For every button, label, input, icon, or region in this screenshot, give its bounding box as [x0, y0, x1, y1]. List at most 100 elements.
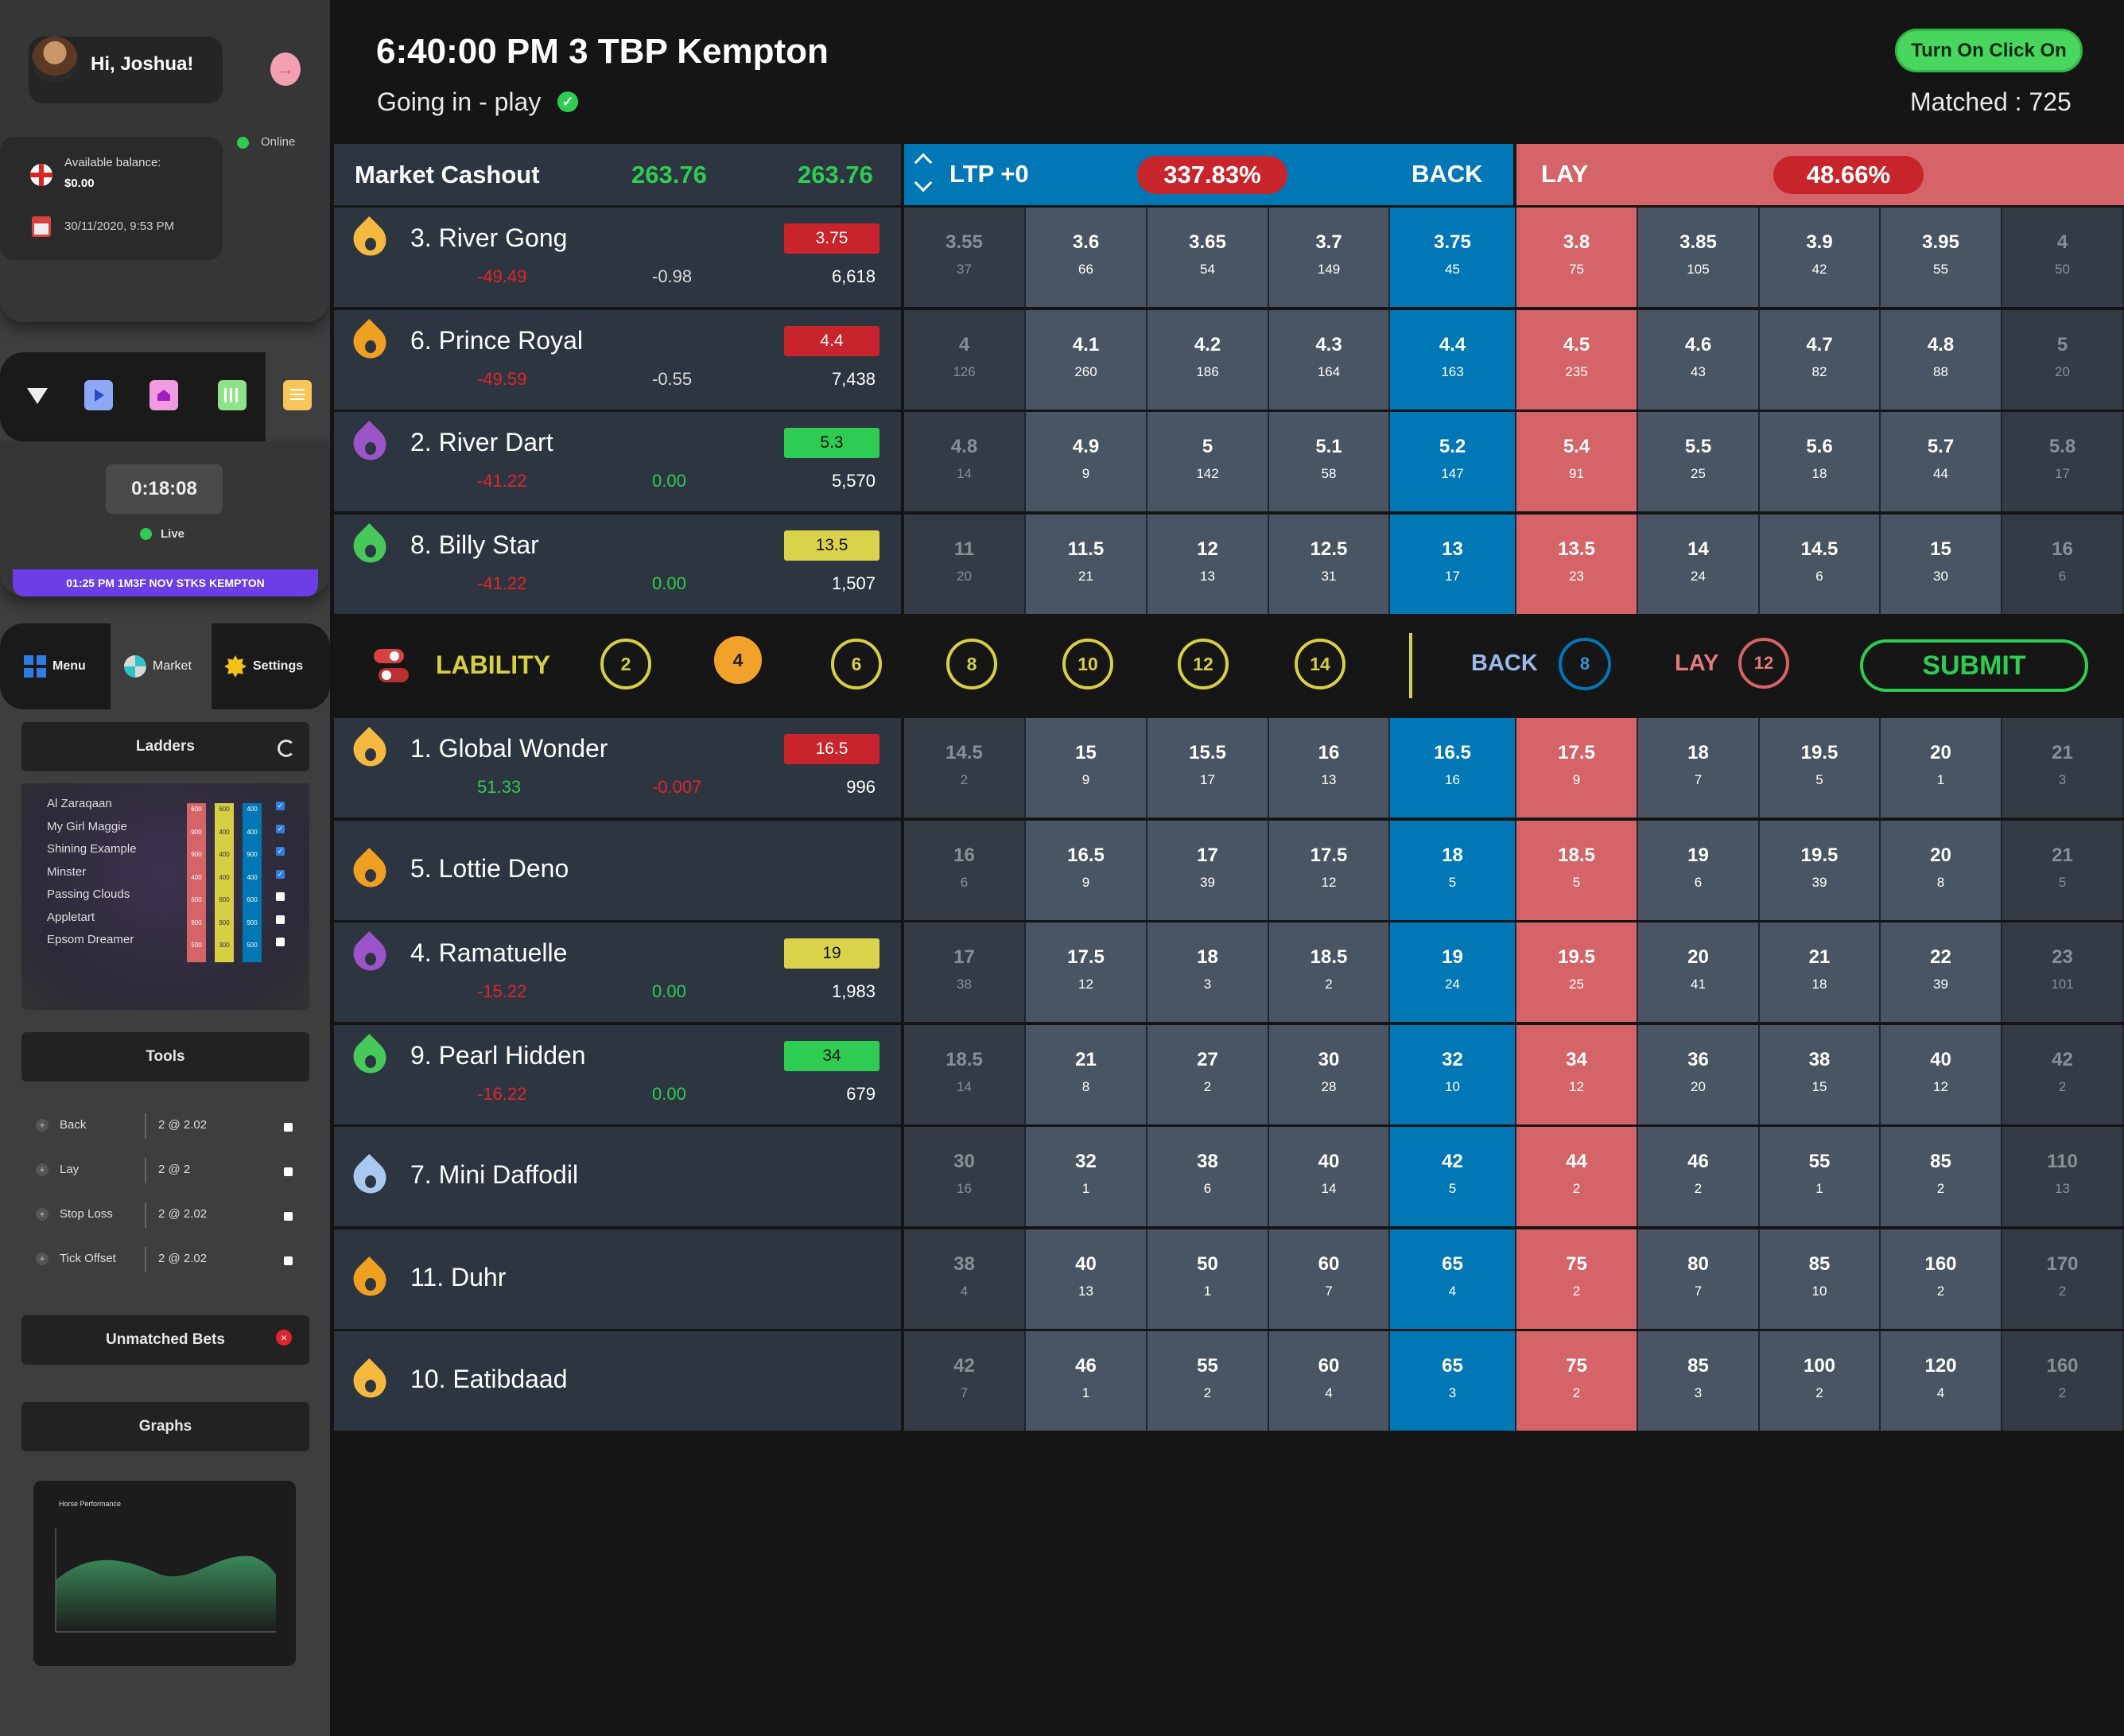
price-cell[interactable]: 65 4 — [1390, 1229, 1516, 1329]
click-on-button[interactable]: Turn On Click On — [1895, 29, 2083, 72]
price-cell[interactable]: 5.2 147 — [1390, 412, 1516, 511]
plus-icon[interactable]: + — [36, 1252, 49, 1265]
list-icon[interactable] — [283, 380, 312, 410]
price-cell[interactable]: 3.65 54 — [1147, 208, 1269, 307]
ladder-cell[interactable]: 900 — [243, 849, 262, 872]
runner-info[interactable]: 1. Global Wonder 16.5 51.33 -0.007 996 — [334, 718, 901, 818]
price-cell[interactable]: 80 7 — [1638, 1229, 1760, 1329]
price-cell[interactable]: 21 3 — [2002, 718, 2124, 818]
ladder-cell[interactable]: 900 — [215, 917, 234, 940]
price-cell[interactable]: 38 15 — [1760, 1024, 1881, 1124]
price-cell[interactable]: 19.5 5 — [1760, 718, 1881, 818]
ladder-cell[interactable]: 900 — [187, 849, 206, 872]
tool-checkbox[interactable] — [284, 1123, 293, 1132]
price-cell[interactable]: 5.1 58 — [1269, 412, 1390, 511]
home-icon[interactable] — [149, 380, 178, 410]
runner-info[interactable]: 10. Eatibdaad — [334, 1331, 901, 1431]
tool-row[interactable]: + Tick Offset 2 @ 2.02 — [21, 1243, 309, 1287]
price-cell[interactable]: 60 4 — [1269, 1331, 1390, 1431]
price-cell[interactable]: 3.75 45 — [1390, 208, 1516, 307]
ladder-horse-name[interactable]: Appletart — [47, 911, 137, 934]
tool-row[interactable]: + Lay 2 @ 2 — [21, 1154, 309, 1198]
price-cell[interactable]: 4.5 235 — [1516, 309, 1638, 410]
price-cell[interactable]: 23 101 — [2002, 922, 2124, 1022]
price-cell[interactable]: 44 2 — [1516, 1127, 1638, 1226]
price-cell[interactable]: 18 7 — [1638, 718, 1760, 818]
tab-menu[interactable]: Menu — [24, 652, 86, 681]
refresh-icon[interactable] — [278, 740, 295, 757]
logout-button[interactable]: → — [270, 52, 301, 86]
liability-option[interactable]: 8 — [946, 639, 997, 689]
ladder-cell[interactable]: 400 — [215, 826, 234, 849]
liability-option[interactable]: 2 — [600, 639, 651, 689]
price-cell[interactable]: 34 12 — [1516, 1024, 1638, 1124]
ladder-checkbox[interactable]: ✓ — [276, 824, 285, 833]
price-cell[interactable]: 65 3 — [1390, 1331, 1516, 1431]
price-cell[interactable]: 27 2 — [1147, 1024, 1269, 1124]
toggle-icon[interactable] — [374, 649, 409, 684]
price-cell[interactable]: 5.5 25 — [1638, 412, 1760, 511]
ladder-checkbox[interactable] — [276, 892, 285, 901]
ladder-cell[interactable]: 400 — [243, 872, 262, 895]
ladder-checkbox[interactable]: ✓ — [276, 869, 285, 879]
ladder-checkbox[interactable] — [276, 938, 285, 946]
price-cell[interactable]: 75 2 — [1516, 1229, 1638, 1329]
price-cell[interactable]: 55 2 — [1147, 1331, 1269, 1431]
price-cell[interactable]: 42 2 — [2002, 1024, 2124, 1124]
price-cell[interactable]: 5 142 — [1147, 412, 1269, 511]
price-cell[interactable]: 11.5 21 — [1026, 514, 1147, 614]
ladder-cell[interactable]: 900 — [187, 826, 206, 849]
graphs-header[interactable]: Graphs — [21, 1402, 309, 1451]
ladder-cell[interactable]: 400 — [187, 872, 206, 895]
ladder-cell[interactable]: 600 — [243, 894, 262, 917]
plus-icon[interactable]: + — [36, 1119, 49, 1132]
price-cell[interactable]: 3.85 105 — [1638, 208, 1760, 307]
price-cell[interactable]: 14 24 — [1638, 514, 1760, 614]
ladder-cell[interactable]: 500 — [243, 939, 262, 962]
price-cell[interactable]: 4.2 186 — [1147, 309, 1269, 410]
ladder-cell[interactable]: 600 — [187, 894, 206, 917]
price-cell[interactable]: 4 50 — [2002, 208, 2124, 307]
runner-info[interactable]: 5. Lottie Deno — [334, 820, 901, 920]
price-cell[interactable]: 85 10 — [1760, 1229, 1881, 1329]
price-cell[interactable]: 12.5 31 — [1269, 514, 1390, 614]
runner-info[interactable]: 8. Billy Star 13.5 -41.22 0.00 1,507 — [334, 514, 901, 614]
price-cell[interactable]: 16 13 — [1269, 718, 1390, 818]
runner-info[interactable]: 2. River Dart 5.3 -41.22 0.00 5,570 — [334, 412, 901, 511]
tool-row[interactable]: + Back 2 @ 2.02 — [21, 1109, 309, 1154]
ladder-cell[interactable]: 600 — [215, 803, 234, 826]
tool-checkbox[interactable] — [284, 1212, 293, 1221]
price-cell[interactable]: 18 5 — [1390, 820, 1516, 920]
runner-info[interactable]: 6. Prince Royal 4.4 -49.59 -0.55 7,438 — [334, 309, 901, 410]
liability-option[interactable]: 4 — [714, 636, 762, 684]
runner-info[interactable]: 4. Ramatuelle 19 -15.22 0.00 1,983 — [334, 922, 901, 1022]
ladders-header[interactable]: Ladders — [21, 722, 309, 771]
liability-lay-value[interactable]: 12 — [1738, 638, 1789, 689]
price-cell[interactable]: 60 7 — [1269, 1229, 1390, 1329]
ladder-horse-name[interactable]: Shining Example — [47, 842, 137, 865]
price-cell[interactable]: 85 3 — [1638, 1331, 1760, 1431]
ladder-cell[interactable]: 300 — [215, 939, 234, 962]
price-cell[interactable]: 100 2 — [1760, 1331, 1881, 1431]
price-cell[interactable]: 3.6 66 — [1026, 208, 1147, 307]
price-cell[interactable]: 4.8 14 — [904, 412, 1026, 511]
ladder-cell[interactable]: 500 — [187, 939, 206, 962]
price-cell[interactable]: 38 4 — [904, 1229, 1026, 1329]
price-cell[interactable]: 19.5 39 — [1760, 820, 1881, 920]
tool-row[interactable]: + Stop Loss 2 @ 2.02 — [21, 1198, 309, 1243]
price-cell[interactable]: 32 10 — [1390, 1024, 1516, 1124]
price-cell[interactable]: 17 39 — [1147, 820, 1269, 920]
price-cell[interactable]: 4.1 260 — [1026, 309, 1147, 410]
columns-icon[interactable] — [218, 380, 247, 410]
liability-option[interactable]: 14 — [1295, 639, 1345, 689]
ladder-horse-name[interactable]: Minster — [47, 865, 137, 888]
ladder-cell[interactable]: 600 — [187, 803, 206, 826]
tools-header[interactable]: Tools — [21, 1032, 309, 1082]
ladder-cell[interactable]: 400 — [215, 872, 234, 895]
price-cell[interactable]: 21 5 — [2002, 820, 2124, 920]
price-cell[interactable]: 5 20 — [2002, 309, 2124, 410]
price-cell[interactable]: 30 16 — [904, 1127, 1026, 1226]
price-cell[interactable]: 18 3 — [1147, 922, 1269, 1022]
price-cell[interactable]: 21 8 — [1026, 1024, 1147, 1124]
ladder-cell[interactable]: 400 — [243, 803, 262, 826]
